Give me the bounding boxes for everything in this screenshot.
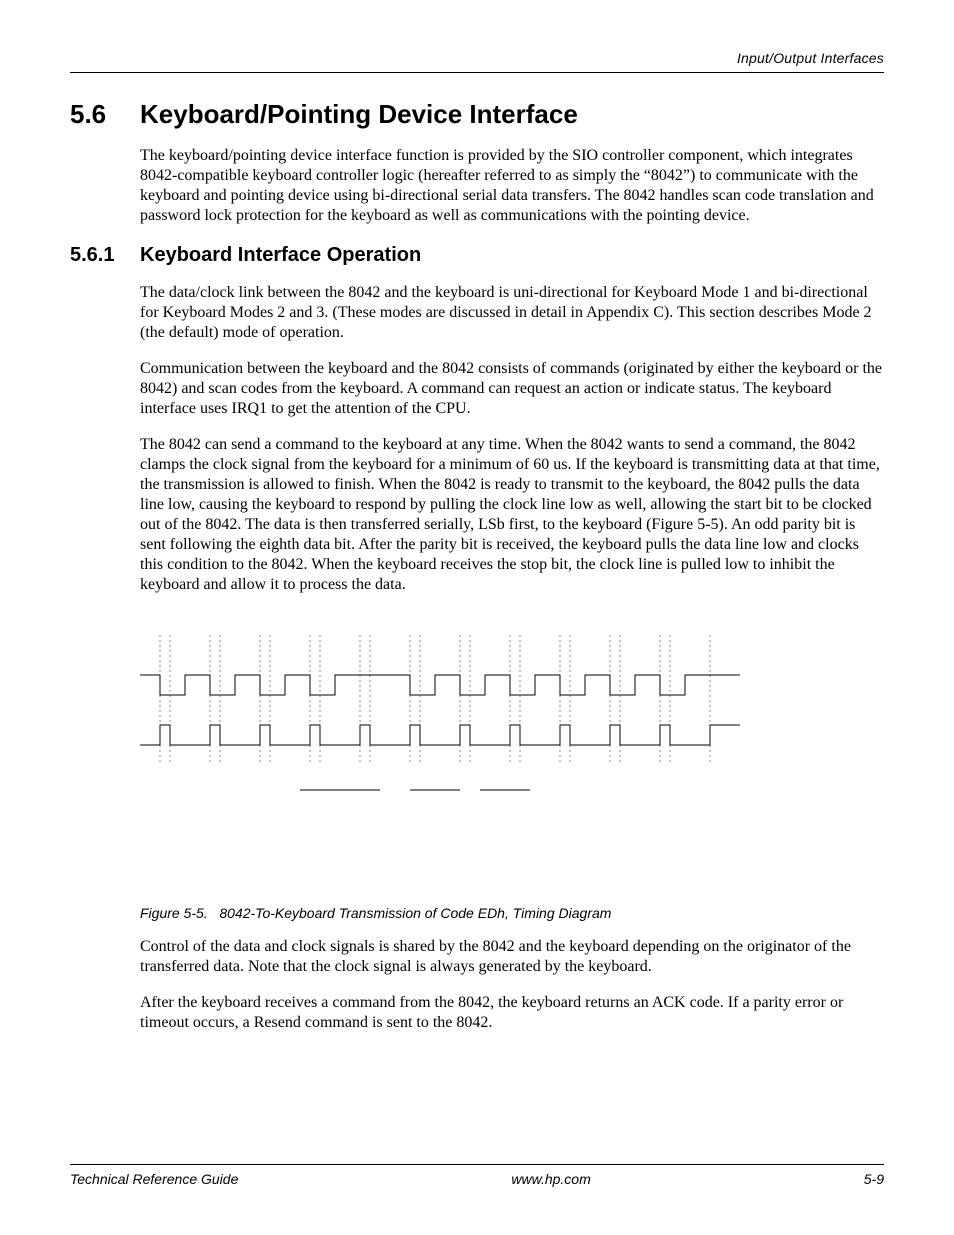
footer-left: Technical Reference Guide <box>70 1171 238 1187</box>
subsection-paragraph-1: The data/clock link between the 8042 and… <box>140 283 884 343</box>
footer-center: www.hp.com <box>511 1171 590 1187</box>
running-head: Input/Output Interfaces <box>70 50 884 73</box>
figure-caption-text: 8042-To-Keyboard Transmission of Code ED… <box>219 905 611 921</box>
post-figure-paragraph-2: After the keyboard receives a command fr… <box>140 993 884 1033</box>
page: Input/Output Interfaces 5.6 Keyboard/Poi… <box>0 0 954 1235</box>
timing-diagram-svg <box>140 635 740 815</box>
subsection-heading: 5.6.1 Keyboard Interface Operation <box>70 244 884 267</box>
subsection-paragraph-3: The 8042 can send a command to the keybo… <box>140 435 884 595</box>
post-figure-paragraph-1: Control of the data and clock signals is… <box>140 937 884 977</box>
timing-diagram-figure <box>140 635 884 815</box>
subsection-title: Keyboard Interface Operation <box>140 244 421 267</box>
section-title: Keyboard/Pointing Device Interface <box>140 99 578 130</box>
subsection-number: 5.6.1 <box>70 244 140 267</box>
section-number: 5.6 <box>70 99 140 130</box>
section-heading: 5.6 Keyboard/Pointing Device Interface <box>70 99 884 130</box>
figure-caption-label: Figure 5-5. <box>140 905 208 921</box>
section-paragraph: The keyboard/pointing device interface f… <box>140 146 884 226</box>
subsection-paragraph-2: Communication between the keyboard and t… <box>140 359 884 419</box>
figure-caption: Figure 5-5. 8042-To-Keyboard Transmissio… <box>140 905 884 921</box>
page-footer: Technical Reference Guide www.hp.com 5-9 <box>70 1164 884 1187</box>
footer-right: 5-9 <box>864 1171 884 1187</box>
